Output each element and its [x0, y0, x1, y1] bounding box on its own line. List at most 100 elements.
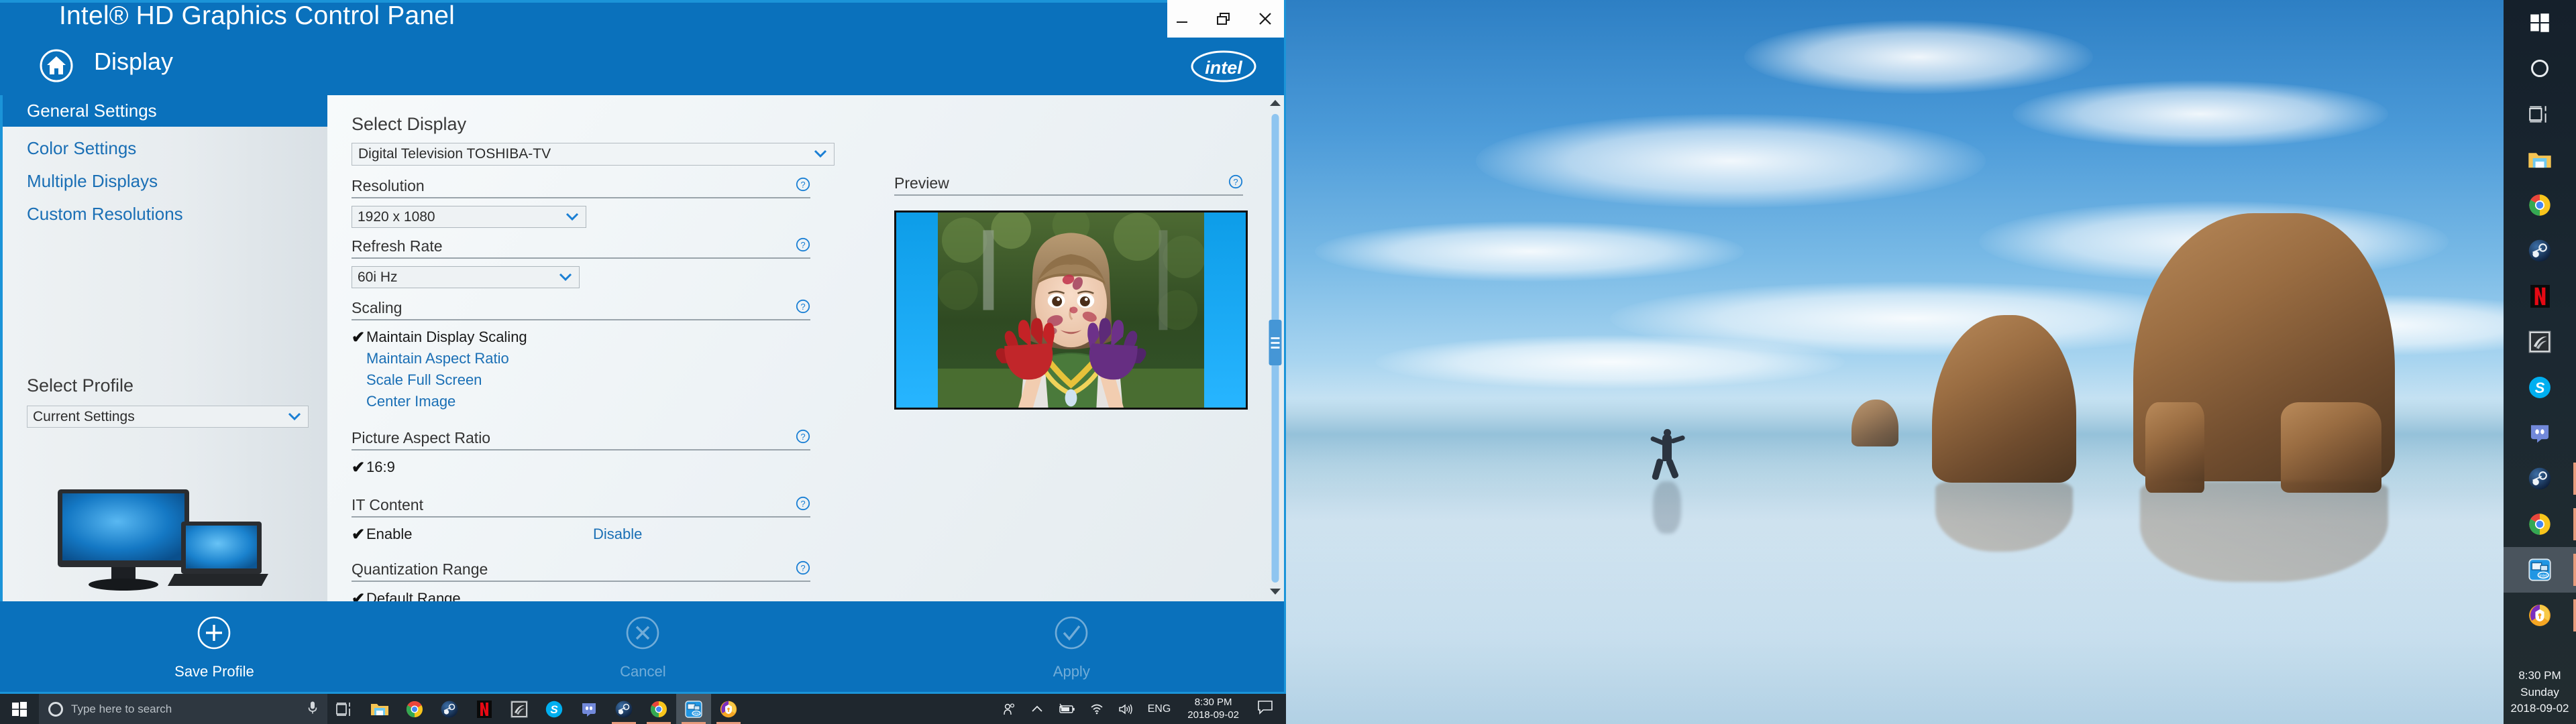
picture-aspect-ratio-option-16-9[interactable]: ✔ 16:9	[352, 457, 810, 478]
secondary-taskbar-clock[interactable]: 8:30 PM Sunday 2018-09-02	[2511, 668, 2569, 717]
quantization-range-group: Quantization Range ? ✔ Default Range	[352, 560, 810, 601]
quantization-range-option-default-range[interactable]: ✔ Default Range	[352, 588, 810, 602]
resolution-dropdown[interactable]: 1920 x 1080	[352, 206, 586, 228]
help-icon[interactable]: ?	[1228, 174, 1243, 192]
running-indicator	[2573, 463, 2576, 495]
select-display-dropdown[interactable]: Digital Television TOSHIBA-TV	[352, 143, 835, 166]
steam-running-icon[interactable]	[606, 694, 641, 724]
netflix-icon[interactable]	[2504, 274, 2576, 319]
scroll-down-arrow-icon[interactable]	[1269, 587, 1281, 599]
windows-start-icon[interactable]	[0, 694, 39, 724]
svg-text:?: ?	[800, 240, 805, 250]
select-display-label: Select Display	[352, 114, 467, 134]
arch-rock-formation	[2133, 213, 2395, 481]
save-profile-button[interactable]: Save Profile	[0, 615, 429, 680]
cortana-ring-icon[interactable]	[2504, 46, 2576, 91]
windows-start-icon[interactable]	[2504, 0, 2576, 46]
chrome-running-icon[interactable]	[2504, 501, 2576, 547]
help-icon[interactable]: ?	[796, 496, 810, 514]
sidebar-item-multiple-displays[interactable]: Multiple Displays	[3, 166, 327, 197]
resolution-group: Resolution ? 1920 x 1080	[352, 177, 810, 228]
svg-text:?: ?	[800, 180, 805, 190]
svg-text:?: ?	[800, 432, 805, 442]
task-view-icon[interactable]	[327, 694, 362, 724]
help-icon[interactable]: ?	[796, 429, 810, 447]
svg-text:?: ?	[800, 302, 805, 312]
minimize-button[interactable]	[1171, 7, 1193, 30]
preview-image	[894, 210, 1248, 410]
check-circle-icon	[1054, 615, 1089, 654]
chevron-down-icon	[814, 146, 827, 162]
file-explorer-icon[interactable]	[2504, 137, 2576, 182]
geforce-experience-icon[interactable]	[2504, 319, 2576, 365]
it-content-option-disable[interactable]: Disable	[593, 524, 642, 545]
battery-charging-icon[interactable]	[1051, 694, 1083, 724]
refresh-rate-dropdown[interactable]: 60i Hz	[352, 266, 580, 288]
cloud	[1610, 282, 2214, 355]
select-profile-block: Select Profile Current Settings	[3, 375, 327, 428]
sidebar-item-custom-resolutions[interactable]: Custom Resolutions	[3, 198, 327, 230]
speaker-icon[interactable]	[1111, 694, 1140, 724]
chrome-icon[interactable]	[397, 694, 432, 724]
apply-button[interactable]: Apply	[857, 615, 1284, 680]
sidebar-item-general-settings[interactable]: General Settings	[3, 95, 327, 127]
steam-icon[interactable]	[432, 694, 467, 724]
content-scrollbar[interactable]	[1265, 95, 1284, 601]
intel-graphics-icon[interactable]: intel	[676, 694, 711, 724]
preview-group: Preview ?	[894, 95, 1248, 410]
cloud	[2012, 80, 2388, 147]
chrome-icon[interactable]	[2504, 182, 2576, 228]
runner-arm	[1670, 434, 1686, 444]
help-icon[interactable]: ?	[796, 177, 810, 195]
show-hidden-icons-chevron[interactable]	[1024, 694, 1051, 724]
scaling-option-scale-full-screen[interactable]: Scale Full Screen	[352, 369, 810, 391]
clock-time: 8:30 PM	[1194, 696, 1232, 708]
geforce-experience-icon[interactable]	[502, 694, 537, 724]
help-icon[interactable]: ?	[796, 560, 810, 579]
language-indicator[interactable]: ENG	[1140, 694, 1179, 724]
scaling-option-center-image[interactable]: Center Image	[352, 391, 810, 412]
close-button[interactable]	[1254, 7, 1277, 30]
discord-icon[interactable]	[572, 694, 606, 724]
help-icon[interactable]: ?	[796, 237, 810, 255]
scroll-up-arrow-icon[interactable]	[1269, 98, 1281, 110]
taskbar: Type here to search S intel ENG 8:30 PM …	[0, 694, 1286, 724]
sidebar-item-color-settings[interactable]: Color Settings	[3, 133, 327, 164]
chrome-running-icon[interactable]	[641, 694, 676, 724]
action-center-icon[interactable]	[1248, 701, 1282, 717]
skype-icon[interactable]: S	[537, 694, 572, 724]
people-icon[interactable]	[996, 694, 1024, 724]
steam-running-icon[interactable]	[2504, 456, 2576, 501]
discord-icon[interactable]	[2504, 410, 2576, 456]
file-explorer-icon[interactable]	[362, 694, 397, 724]
skype-icon[interactable]: S	[2504, 365, 2576, 410]
avast-icon[interactable]	[711, 694, 746, 724]
home-icon[interactable]	[39, 48, 74, 83]
running-indicator	[2573, 508, 2576, 540]
scaling-option-maintain-aspect-ratio[interactable]: Maintain Aspect Ratio	[352, 348, 810, 369]
running-indicator	[2573, 599, 2576, 631]
microphone-icon[interactable]	[307, 700, 318, 718]
avast-icon[interactable]	[2504, 593, 2576, 638]
intel-graphics-icon[interactable]: intel	[2504, 547, 2576, 593]
help-icon[interactable]: ?	[796, 299, 810, 317]
arch-rock-reflection	[2140, 481, 2388, 582]
it-content-option-enable[interactable]: ✔ Enable	[352, 524, 593, 545]
page-header-bar: Display intel	[0, 38, 1284, 95]
steam-icon[interactable]	[2504, 228, 2576, 274]
search-input[interactable]: Type here to search	[39, 694, 327, 724]
svg-text:?: ?	[800, 499, 805, 509]
task-view-icon[interactable]	[2504, 91, 2576, 137]
scrollbar-thumb[interactable]	[1269, 320, 1282, 365]
netflix-icon[interactable]	[467, 694, 502, 724]
quantization-range-header: Quantization Range ?	[352, 560, 810, 582]
select-profile-dropdown[interactable]: Current Settings	[27, 406, 309, 428]
taskbar-clock[interactable]: 8:30 PM 2018-09-02	[1178, 694, 1248, 724]
restore-button[interactable]	[1212, 7, 1235, 30]
select-display-group: Select Display Digital Television TOSHIB…	[352, 114, 835, 166]
scaling-option-maintain-display-scaling[interactable]: ✔ Maintain Display Scaling	[352, 326, 810, 348]
cancel-button[interactable]: Cancel	[429, 615, 857, 680]
scaling-group: Scaling ? ✔ Maintain Display Scaling Mai…	[352, 299, 810, 412]
runner-head	[1664, 429, 1671, 436]
wifi-icon[interactable]	[1083, 694, 1111, 724]
